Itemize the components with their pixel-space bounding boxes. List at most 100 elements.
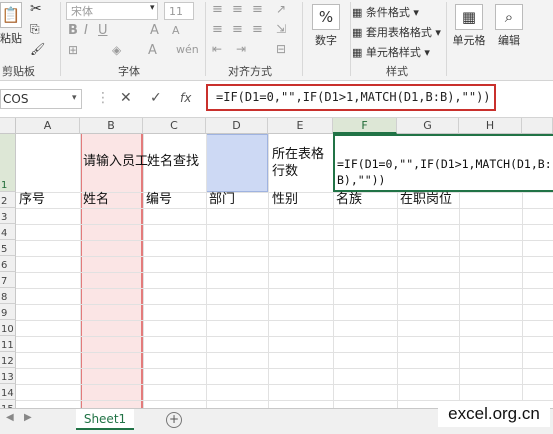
font-shrink-icon[interactable]: A <box>172 24 180 37</box>
underline-icon[interactable]: U <box>98 23 108 38</box>
select-all-corner[interactable] <box>0 118 16 134</box>
grid-line <box>16 272 553 273</box>
edit-button[interactable]: ⌕ 编辑 <box>494 4 524 48</box>
d1-input-cell[interactable] <box>206 134 268 192</box>
row-header-8[interactable]: 8 <box>0 288 16 304</box>
formula-bar: COS ▾ ⋮ ✕ ✓ fx =IF(D1=0,"",IF(D1>1,MATCH… <box>0 81 553 118</box>
phonetic-icon[interactable]: wén <box>176 43 199 56</box>
align-center-icon[interactable]: ≡ <box>232 22 243 37</box>
paste-button[interactable]: 📋 粘贴 <box>0 2 22 46</box>
align-bottom-icon[interactable]: ≡ <box>252 2 263 17</box>
row-header-6[interactable]: 6 <box>0 256 16 272</box>
align-left-icon[interactable]: ≡ <box>212 22 223 37</box>
table-format-icon: ▦ <box>352 26 366 39</box>
ribbon-divider <box>60 2 61 76</box>
tab-sheet1[interactable]: Sheet1 <box>76 409 134 430</box>
row-header-9[interactable]: 9 <box>0 304 16 320</box>
row-header-11[interactable]: 11 <box>0 336 16 352</box>
styles-group-label: 样式 <box>386 65 408 78</box>
font-grow-icon[interactable]: A <box>150 23 159 38</box>
column-header-e[interactable]: E <box>268 118 333 134</box>
grid-line <box>16 240 553 241</box>
row-header-7[interactable]: 7 <box>0 272 16 288</box>
format-painter-icon[interactable]: 🖌 <box>30 42 45 56</box>
column-header-f[interactable]: F <box>333 118 397 134</box>
cell-f1-formula-line2: B),"")) <box>337 173 386 187</box>
cell-b2[interactable]: 姓名 <box>83 192 109 208</box>
bold-icon[interactable]: B <box>68 23 78 38</box>
formula-input[interactable]: =IF(D1=0,"",IF(D1>1,MATCH(D1,B:B),"")) <box>206 84 496 111</box>
row-header-4[interactable]: 4 <box>0 224 16 240</box>
cell-g2[interactable]: 在职岗位 <box>400 192 452 208</box>
merge-center-icon[interactable]: ⊟ <box>276 42 286 56</box>
cell-a2[interactable]: 序号 <box>19 192 45 208</box>
cell-e2[interactable]: 性别 <box>272 192 298 208</box>
column-header-c[interactable]: C <box>143 118 206 134</box>
column-header-h[interactable]: H <box>459 118 522 134</box>
tab-scroll-right-icon[interactable]: ▶ <box>24 412 32 423</box>
cancel-icon[interactable]: ✕ <box>120 90 132 106</box>
font-color-icon[interactable]: A <box>148 43 157 58</box>
wrap-text-icon[interactable]: ⇲ <box>276 22 286 36</box>
grid-line <box>16 256 553 257</box>
watermark: excel.org.cn <box>438 401 550 427</box>
enter-icon[interactable]: ✓ <box>150 90 162 106</box>
column-header-d[interactable]: D <box>206 118 268 134</box>
table-format-button[interactable]: ▦ 套用表格格式 ▾ <box>352 24 441 40</box>
cell-f1-editor[interactable]: =IF(D1=0,"",IF(D1>1,MATCH(D1,B: B),"")) <box>333 134 553 192</box>
font-name-select[interactable]: 宋体 <box>66 2 158 20</box>
row-header-12[interactable]: 12 <box>0 352 16 368</box>
grid-line <box>16 208 553 209</box>
row-header-13[interactable]: 13 <box>0 368 16 384</box>
column-header-b[interactable]: B <box>80 118 143 134</box>
more-icon: ⋮ <box>96 90 110 106</box>
number-format-button[interactable]: % 数字 <box>308 4 344 48</box>
add-sheet-icon[interactable]: + <box>166 412 182 428</box>
grid-line <box>16 304 553 305</box>
row-header-2[interactable]: 2 <box>0 192 16 208</box>
grid-line <box>16 352 553 353</box>
cell-e1-line1[interactable]: 所在表格 <box>272 147 324 163</box>
align-middle-icon[interactable]: ≡ <box>232 2 243 17</box>
row-header-14[interactable]: 14 <box>0 384 16 400</box>
row-header-15[interactable]: 15 <box>0 400 16 408</box>
row-header-5[interactable]: 5 <box>0 240 16 256</box>
cell-f1-formula-line1: =IF(D1=0,"",IF(D1>1,MATCH(D1,B: <box>337 157 552 171</box>
cell-d2[interactable]: 部门 <box>209 192 235 208</box>
font-size-select[interactable]: 11 <box>164 2 194 20</box>
column-header-g[interactable]: G <box>397 118 459 134</box>
column-header-a[interactable]: A <box>16 118 80 134</box>
insert-function-icon[interactable]: fx <box>180 91 191 105</box>
row-header-3[interactable]: 3 <box>0 208 16 224</box>
clipboard-group-label: 剪贴板 <box>2 65 35 78</box>
conditional-format-icon: ▦ <box>352 6 366 19</box>
tab-scroll-left-icon[interactable]: ◀ <box>6 412 14 423</box>
align-top-icon[interactable]: ≡ <box>212 2 223 17</box>
worksheet-grid[interactable]: A B C D E F G H 1 2 3 4 5 6 7 8 9 10 11 … <box>0 118 553 408</box>
column-header-i[interactable] <box>522 118 553 134</box>
name-box[interactable]: COS <box>0 89 82 109</box>
row-header-10[interactable]: 10 <box>0 320 16 336</box>
scissors-icon[interactable]: ✂ <box>30 1 42 17</box>
conditional-format-button[interactable]: ▦ 条件格式 ▾ <box>352 4 419 20</box>
cells-button[interactable]: ▦ 单元格 <box>450 4 488 48</box>
cell-e1-line2[interactable]: 行数 <box>272 164 298 180</box>
row-header-1[interactable]: 1 <box>0 134 16 192</box>
cells-icon: ▦ <box>455 4 483 30</box>
cell-c2[interactable]: 编号 <box>146 192 172 208</box>
border-icon[interactable]: ⊞ <box>68 43 78 57</box>
cell-style-button[interactable]: ▦ 单元格样式 ▾ <box>352 44 430 60</box>
cell-c1[interactable]: 姓名查找 <box>147 154 199 170</box>
cell-b1[interactable]: 请输入员工 <box>83 154 148 170</box>
grid-line <box>16 224 553 225</box>
copy-icon[interactable]: ⎘ <box>30 22 40 37</box>
chevron-down-icon[interactable]: ▾ <box>72 93 77 103</box>
grid-line <box>16 320 553 321</box>
indent-increase-icon[interactable]: ⇥ <box>236 42 246 56</box>
orientation-icon[interactable]: ↗ <box>276 2 286 16</box>
italic-icon[interactable]: I <box>84 23 88 38</box>
cell-f2[interactable]: 名族 <box>336 192 362 208</box>
indent-decrease-icon[interactable]: ⇤ <box>212 42 222 56</box>
align-right-icon[interactable]: ≡ <box>252 22 263 37</box>
fill-color-icon[interactable]: ◈ <box>112 43 121 57</box>
